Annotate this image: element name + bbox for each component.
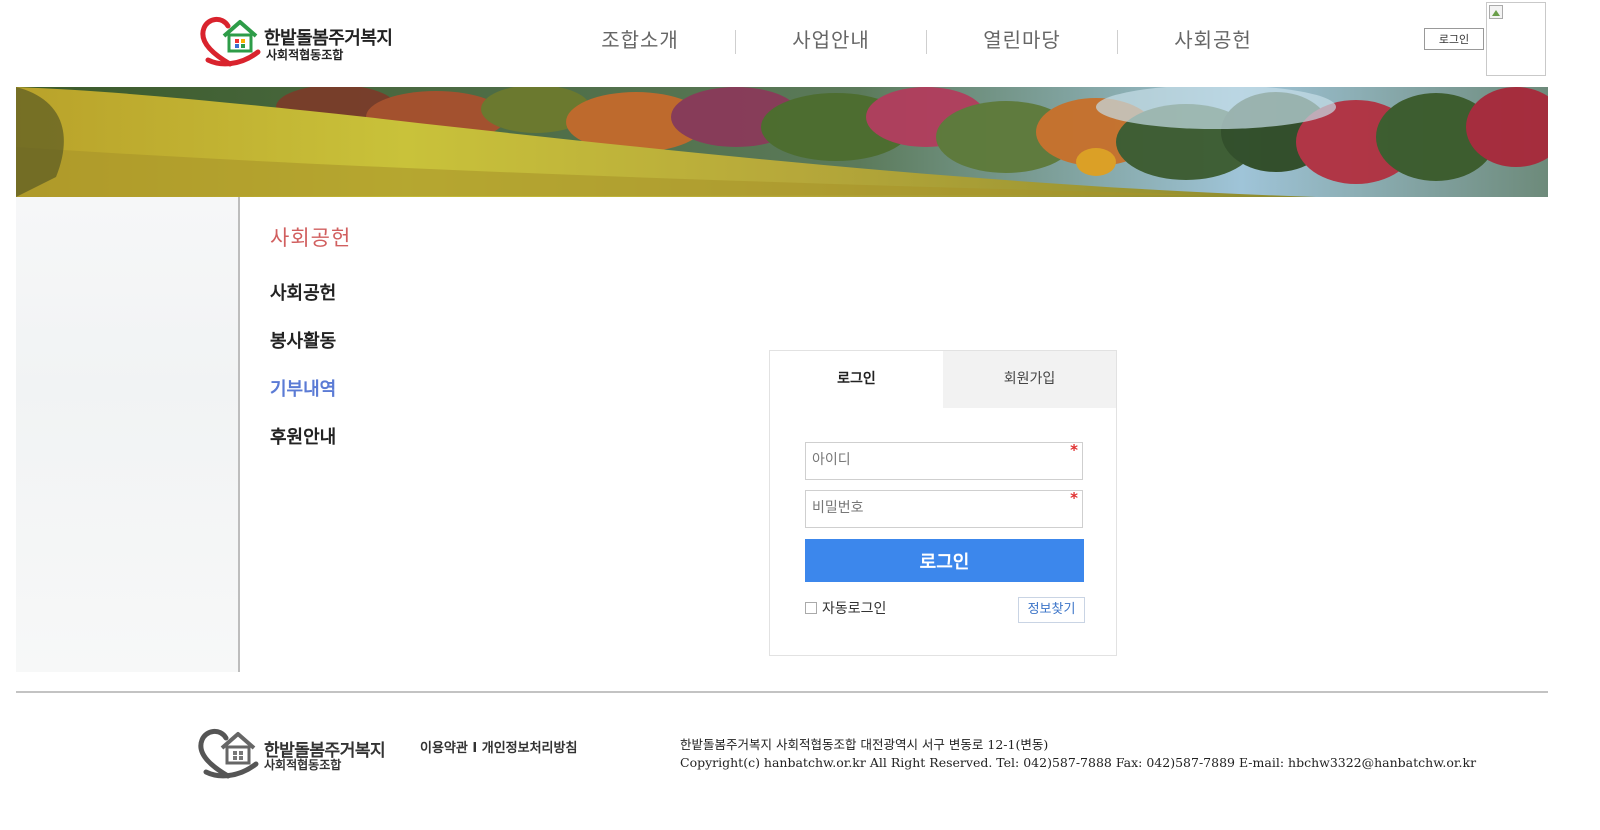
password-field: *: [805, 489, 1083, 528]
footer-link-separator: I: [472, 741, 478, 756]
logo-subtitle: 사회적협동조합: [266, 48, 344, 62]
broken-image-placeholder: [1486, 2, 1546, 76]
nav-item-about[interactable]: 조합소개: [545, 22, 735, 58]
nav-item-business[interactable]: 사업안내: [736, 22, 926, 58]
landscape-banner: [16, 87, 1548, 197]
login-panel: 로그인 회원가입 * * 로그인 자동로그인 정보찾기: [769, 350, 1117, 656]
auto-login-label[interactable]: 자동로그인: [822, 598, 886, 618]
id-field: *: [805, 441, 1083, 480]
sidebar-title: 사회공헌: [270, 226, 352, 250]
sidebar-item-social-contribution[interactable]: 사회공헌: [270, 282, 336, 306]
nav-item-community[interactable]: 열린마당: [927, 22, 1117, 58]
auto-login-option: 자동로그인: [805, 598, 886, 618]
footer-logo-subtitle: 사회적협동조합: [264, 758, 342, 772]
footer-info: 한밭돌봄주거복지 사회적협동조합 대전광역시 서구 변동로 12-1(변동) C…: [680, 736, 1476, 772]
login-tabs: 로그인 회원가입: [770, 351, 1116, 408]
terms-link[interactable]: 이용약관: [420, 741, 468, 756]
footer-address: 한밭돌봄주거복지 사회적협동조합 대전광역시 서구 변동로 12-1(변동): [680, 737, 1049, 752]
nav-item-social-contribution[interactable]: 사회공헌: [1118, 22, 1308, 58]
sidebar-item-donation-history[interactable]: 기부내역: [270, 378, 336, 402]
required-mark: *: [1070, 441, 1078, 459]
tab-join[interactable]: 회원가입: [943, 351, 1116, 408]
required-mark: *: [1070, 489, 1078, 507]
heart-house-logo-icon: [200, 17, 261, 67]
sidebar-divider: [238, 197, 240, 672]
footer-copyright: Copyright(c) hanbatchw.or.kr All Right R…: [680, 755, 1477, 770]
footer-divider: [16, 691, 1548, 693]
privacy-policy-link[interactable]: 개인정보처리방침: [482, 741, 578, 756]
footer-links: 이용약관 I 개인정보처리방침: [420, 737, 577, 756]
sidebar-item-volunteer[interactable]: 봉사활동: [270, 330, 336, 354]
header-login-button[interactable]: 로그인: [1424, 28, 1484, 50]
login-submit-button[interactable]: 로그인: [805, 539, 1084, 582]
broken-image-icon: [1489, 5, 1503, 19]
main-navigation: 조합소개 사업안내 열린마당 사회공헌: [545, 22, 1308, 58]
tab-login[interactable]: 로그인: [770, 351, 943, 408]
find-info-button[interactable]: 정보찾기: [1018, 597, 1085, 623]
site-logo[interactable]: 한밭돌봄주거복지 사회적협동조합: [200, 14, 400, 70]
footer-logo: 한밭돌봄주거복지 사회적협동조합: [198, 726, 398, 782]
sidebar-item-sponsorship[interactable]: 후원안내: [270, 426, 336, 450]
sidebar-menu: 사회공헌 봉사활동 기부내역 후원안내: [270, 282, 336, 474]
id-input[interactable]: [806, 443, 1052, 477]
password-input[interactable]: [806, 491, 1052, 525]
autumn-landscape-image: [16, 87, 1548, 197]
auto-login-checkbox[interactable]: [805, 602, 817, 614]
heart-house-logo-icon: [198, 729, 259, 779]
sidebar-background: [16, 197, 238, 672]
